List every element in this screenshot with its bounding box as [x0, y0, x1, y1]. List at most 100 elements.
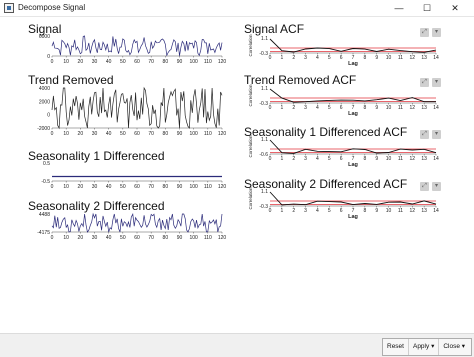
signal-acf-title: Signal ACF [244, 22, 305, 36]
x-tick-label: 80 [163, 235, 169, 241]
x-tick-label: 2 [292, 156, 295, 162]
x-tick-label: 90 [177, 59, 183, 65]
x-tick-label: 20 [78, 59, 84, 65]
y-axis-label: Correlation [248, 84, 253, 107]
app-icon [4, 3, 14, 13]
x-tick-label: 3 [304, 105, 307, 111]
x-tick-label: 90 [177, 235, 183, 241]
x-tick-label: 4 [316, 105, 319, 111]
y-tick-label: 1.1 [261, 36, 268, 42]
x-tick-label: 120 [218, 131, 227, 137]
y-tick-label: -4175 [37, 230, 50, 236]
y-axis-label: Correlation [248, 34, 253, 57]
x-tick-label: 100 [189, 59, 198, 65]
x-tick-label: 10 [63, 131, 69, 137]
x-tick-label: 2 [292, 105, 295, 111]
acf-line [269, 88, 436, 103]
y-tick-label: 1.1 [261, 137, 268, 143]
x-tick-label: 12 [410, 156, 416, 162]
x-tick-label: 4 [316, 55, 319, 61]
x-tick-label: 40 [106, 59, 112, 65]
apply-dropdown-icon[interactable]: ▾ [431, 343, 434, 350]
close-dropdown-icon[interactable]: ▾ [462, 343, 465, 350]
x-tick-label: 20 [78, 235, 84, 241]
y-tick-label: 4488 [39, 212, 50, 218]
y-tick-label: 1.1 [261, 189, 268, 195]
x-tick-label: 5 [328, 208, 331, 214]
x-tick-label: 80 [163, 131, 169, 137]
x-tick-label: 1 [280, 156, 283, 162]
y-tick-label: -0.5 [41, 179, 50, 185]
reset-button[interactable]: Reset [383, 339, 409, 355]
close-window-button[interactable]: ✕ [441, 0, 469, 17]
x-tick-label: 20 [78, 184, 84, 190]
x-tick-label: 2 [292, 55, 295, 61]
x-tick-label: 6 [340, 55, 343, 61]
x-tick-label: 110 [204, 184, 212, 190]
minimize-button[interactable]: — [385, 0, 413, 17]
close-button[interactable]: Close ▾ [439, 339, 469, 355]
seasonality1-acf-plot: Correlation 1.1-0.60 1 2 3 4 5 6 7 8 9 10 11 12 13 14La… [248, 135, 439, 168]
x-tick-label: 30 [92, 235, 98, 241]
x-tick-label: 110 [204, 235, 212, 241]
x-tick-label: 80 [163, 59, 169, 65]
y-tick-label: 0.5 [43, 161, 50, 167]
x-tick-label: 5 [328, 105, 331, 111]
x-tick-label: 0 [269, 105, 272, 111]
series-line [51, 86, 223, 130]
x-tick-label: 11 [398, 105, 403, 111]
x-tick-label: 9 [375, 55, 378, 61]
apply-button[interactable]: Apply ▾ [409, 339, 440, 355]
x-tick-label: 10 [63, 235, 69, 241]
x-tick-label: 1 [280, 208, 283, 214]
x-tick-label: 14 [433, 105, 439, 111]
maximize-button[interactable]: ☐ [413, 0, 441, 17]
x-tick-label: 70 [148, 184, 154, 190]
series-line [51, 35, 223, 57]
y-tick-label: -2000 [37, 126, 50, 132]
x-tick-label: 0 [269, 156, 272, 162]
x-tick-label: 80 [163, 184, 169, 190]
x-tick-label: 13 [421, 105, 427, 111]
x-tick-label: 10 [386, 208, 392, 214]
seasonality2-acf-plot: Correlation 1.1-0.30 1 2 3 4 5 6 7 8 9 10 11 12 13 14La… [248, 187, 439, 220]
x-tick-label: 11 [398, 55, 403, 61]
seasonality1-plot: 0.5 -0.50 10 20 30 40 50 60 70 80 90 100 110 120 [41, 161, 226, 190]
window-title: Decompose Signal [18, 3, 86, 12]
series-line [51, 212, 223, 233]
x-tick-label: 6 [340, 156, 343, 162]
x-tick-label: 30 [92, 184, 98, 190]
x-tick-label: 90 [177, 184, 183, 190]
x-tick-label: 30 [92, 59, 98, 65]
x-tick-label: 110 [204, 131, 212, 137]
acf-line [269, 191, 437, 206]
signal-plot: 600000 10 20 30 40 50 60 70 80 90 100 110 120 [39, 34, 227, 65]
x-tick-label: 60 [134, 131, 140, 137]
x-tick-label: 0 [51, 131, 54, 137]
x-tick-label: 30 [92, 131, 98, 137]
x-tick-label: 1 [280, 105, 283, 111]
x-tick-label: 14 [433, 55, 439, 61]
title-bar: Decompose Signal — ☐ ✕ [0, 0, 474, 17]
x-tick-label: 0 [51, 59, 54, 65]
y-tick-label: 1.1 [261, 86, 268, 92]
x-tick-label: 9 [375, 105, 378, 111]
bottom-bar: Reset Apply ▾ Close ▾ [0, 333, 474, 357]
x-tick-label: 3 [304, 55, 307, 61]
x-tick-label: 4 [316, 156, 319, 162]
x-tick-label: 20 [78, 131, 84, 137]
x-axis-label: Lag [348, 162, 358, 168]
x-tick-label: 8 [363, 105, 366, 111]
x-tick-label: 14 [433, 156, 439, 162]
x-tick-label: 8 [363, 156, 366, 162]
acf-line [269, 139, 437, 154]
x-tick-label: 0 [51, 235, 54, 241]
x-tick-label: 13 [421, 156, 427, 162]
x-tick-label: 13 [421, 208, 427, 214]
y-axis-label: Correlation [248, 187, 253, 210]
x-tick-label: 10 [63, 184, 69, 190]
x-tick-label: 50 [120, 184, 126, 190]
x-tick-label: 110 [204, 59, 212, 65]
y-tick-label: 4000 [39, 86, 50, 92]
trend-removed-plot: 400020000-20000 10 20 30 40 50 60 70 80 90 100 110 1… [37, 86, 227, 137]
